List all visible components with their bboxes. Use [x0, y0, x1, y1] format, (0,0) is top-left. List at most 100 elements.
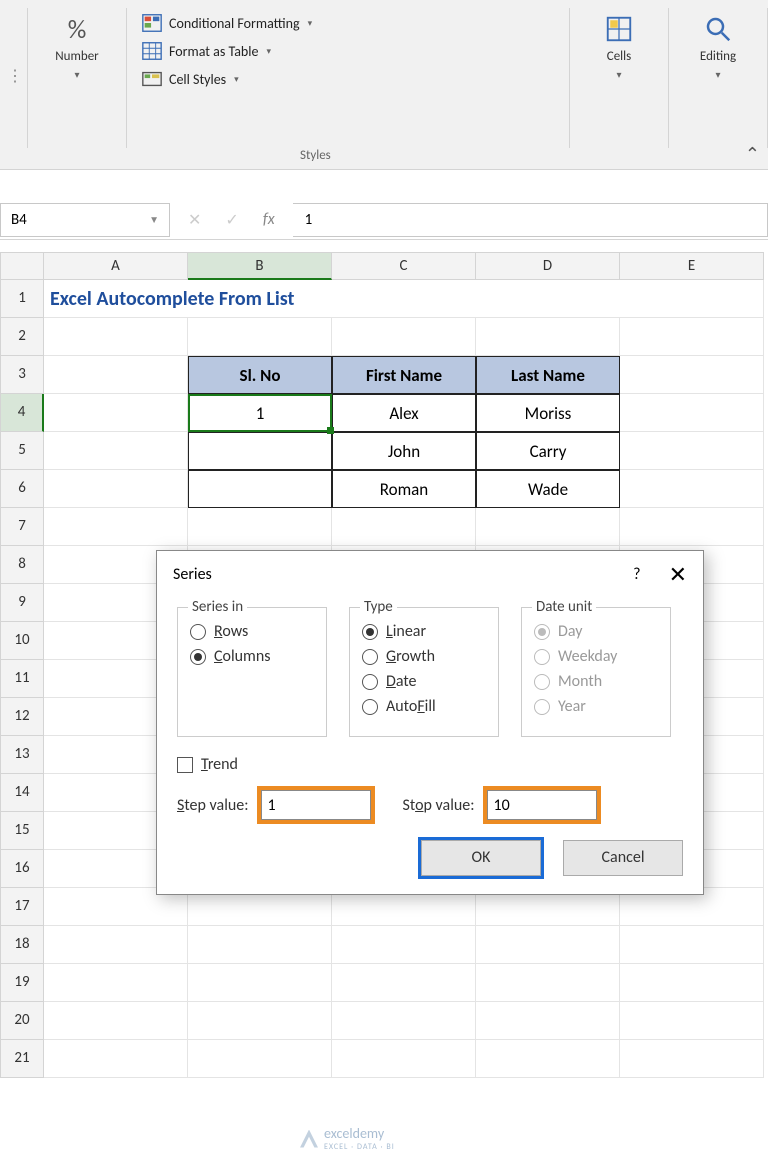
- step-value-input[interactable]: [261, 790, 371, 820]
- table-cell[interactable]: Moriss: [476, 394, 620, 432]
- table-cell[interactable]: John: [332, 432, 476, 470]
- ribbon-scroll-left[interactable]: [0, 8, 28, 148]
- row-header-7[interactable]: 7: [0, 508, 44, 546]
- cancel-button[interactable]: Cancel: [563, 840, 683, 876]
- cell[interactable]: [476, 926, 620, 964]
- cell[interactable]: [620, 432, 764, 470]
- formula-input[interactable]: 1: [293, 203, 768, 237]
- cell[interactable]: [44, 926, 188, 964]
- cell[interactable]: [620, 508, 764, 546]
- row-header-21[interactable]: 21: [0, 1040, 44, 1078]
- row-header-12[interactable]: 12: [0, 698, 44, 736]
- radio-linear[interactable]: Linear: [362, 622, 486, 641]
- name-box[interactable]: B4 ▼: [0, 203, 170, 237]
- radio-autofill[interactable]: AutoFill: [362, 697, 486, 716]
- row-header-15[interactable]: 15: [0, 812, 44, 850]
- row-header-19[interactable]: 19: [0, 964, 44, 1002]
- cell[interactable]: [188, 318, 332, 356]
- cell[interactable]: [332, 318, 476, 356]
- row-header-2[interactable]: 2: [0, 318, 44, 356]
- col-header-b[interactable]: B: [188, 252, 332, 280]
- cell[interactable]: [332, 926, 476, 964]
- row-header-10[interactable]: 10: [0, 622, 44, 660]
- cell[interactable]: [476, 318, 620, 356]
- ok-button[interactable]: OK: [421, 840, 541, 876]
- row-header-16[interactable]: 16: [0, 850, 44, 888]
- row-header-13[interactable]: 13: [0, 736, 44, 774]
- col-header-e[interactable]: E: [620, 252, 764, 280]
- active-cell[interactable]: 1: [188, 394, 332, 432]
- cell[interactable]: [44, 1002, 188, 1040]
- cell[interactable]: [476, 964, 620, 1002]
- cell[interactable]: [188, 1002, 332, 1040]
- row-header-17[interactable]: 17: [0, 888, 44, 926]
- table-cell[interactable]: [188, 432, 332, 470]
- cell[interactable]: [620, 1002, 764, 1040]
- cell[interactable]: [44, 318, 188, 356]
- conditional-formatting-button[interactable]: Conditional Formatting▾: [141, 12, 312, 34]
- trend-checkbox[interactable]: Trend: [177, 755, 683, 774]
- table-cell[interactable]: Wade: [476, 470, 620, 508]
- cell[interactable]: [620, 926, 764, 964]
- table-header-last[interactable]: Last Name: [476, 356, 620, 394]
- radio-growth[interactable]: Growth: [362, 647, 486, 666]
- cell[interactable]: [188, 926, 332, 964]
- row-header-11[interactable]: 11: [0, 660, 44, 698]
- number-format-button[interactable]: % Number ▾: [42, 12, 112, 81]
- row-header-5[interactable]: 5: [0, 432, 44, 470]
- cell[interactable]: [620, 318, 764, 356]
- cell[interactable]: [44, 394, 188, 432]
- row-header-3[interactable]: 3: [0, 356, 44, 394]
- row-header-8[interactable]: 8: [0, 546, 44, 584]
- col-header-c[interactable]: C: [332, 252, 476, 280]
- cell[interactable]: [188, 964, 332, 1002]
- row-header-1[interactable]: 1: [0, 280, 44, 318]
- cell[interactable]: [332, 1040, 476, 1078]
- radio-date[interactable]: Date: [362, 672, 486, 691]
- col-header-d[interactable]: D: [476, 252, 620, 280]
- cell[interactable]: [332, 964, 476, 1002]
- cell[interactable]: [476, 508, 620, 546]
- format-as-table-button[interactable]: Format as Table▾: [141, 40, 271, 62]
- cell[interactable]: [620, 1040, 764, 1078]
- ribbon-collapse-button[interactable]: ⌃: [745, 143, 760, 165]
- cell[interactable]: [188, 508, 332, 546]
- cell[interactable]: [44, 356, 188, 394]
- table-header-slno[interactable]: Sl. No: [188, 356, 332, 394]
- stop-value-input[interactable]: [487, 790, 597, 820]
- table-cell[interactable]: [188, 470, 332, 508]
- cell[interactable]: [620, 356, 764, 394]
- close-icon[interactable]: ✕: [669, 561, 687, 588]
- dialog-help-button[interactable]: ?: [633, 565, 640, 584]
- editing-button[interactable]: Editing ▾: [683, 12, 753, 81]
- cell[interactable]: [44, 508, 188, 546]
- cell[interactable]: [620, 470, 764, 508]
- cell[interactable]: [620, 394, 764, 432]
- table-cell[interactable]: Roman: [332, 470, 476, 508]
- fx-icon[interactable]: fx: [263, 210, 275, 229]
- cell[interactable]: [476, 1040, 620, 1078]
- cell[interactable]: [44, 470, 188, 508]
- table-header-first[interactable]: First Name: [332, 356, 476, 394]
- cell[interactable]: [476, 1002, 620, 1040]
- row-header-18[interactable]: 18: [0, 926, 44, 964]
- cell[interactable]: [188, 1040, 332, 1078]
- cell[interactable]: [44, 964, 188, 1002]
- radio-columns[interactable]: Columns: [190, 647, 314, 666]
- cancel-entry-icon[interactable]: ✕: [188, 210, 201, 230]
- row-header-4[interactable]: 4: [0, 394, 44, 432]
- select-all-corner[interactable]: [0, 252, 44, 280]
- cell-styles-button[interactable]: Cell Styles▾: [141, 68, 239, 90]
- sheet-title[interactable]: Excel Autocomplete From List: [44, 280, 764, 318]
- cell[interactable]: [332, 508, 476, 546]
- radio-rows[interactable]: Rows: [190, 622, 314, 641]
- cell[interactable]: [44, 432, 188, 470]
- table-cell[interactable]: Carry: [476, 432, 620, 470]
- row-header-20[interactable]: 20: [0, 1002, 44, 1040]
- cell[interactable]: [44, 1040, 188, 1078]
- row-header-6[interactable]: 6: [0, 470, 44, 508]
- row-header-14[interactable]: 14: [0, 774, 44, 812]
- cells-button[interactable]: Cells ▾: [584, 12, 654, 81]
- row-header-9[interactable]: 9: [0, 584, 44, 622]
- table-cell[interactable]: Alex: [332, 394, 476, 432]
